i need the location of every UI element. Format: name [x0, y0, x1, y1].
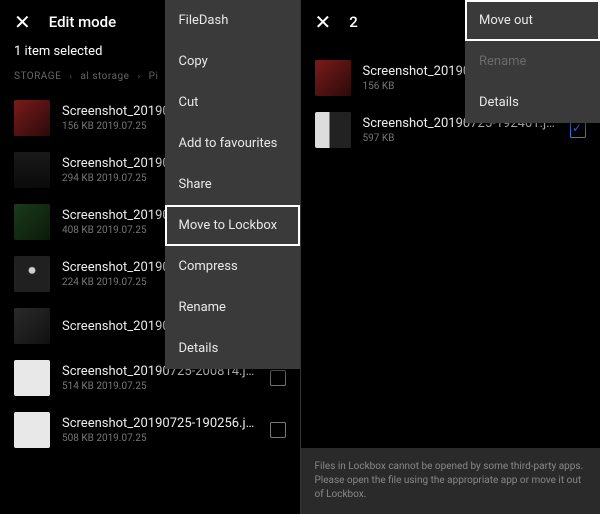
file-name: Screenshot_20190725-190256.jpg: [62, 416, 258, 431]
menu-item-rename: Rename: [465, 41, 600, 82]
menu-item-details[interactable]: Details: [165, 328, 300, 369]
menu-item-filedash[interactable]: FileDash: [165, 0, 300, 41]
right-header-title: 2: [349, 13, 358, 31]
menu-item-rename[interactable]: Rename: [165, 287, 300, 328]
file-thumbnail: [14, 412, 50, 448]
crumb-pictures[interactable]: Pi: [149, 71, 159, 82]
menu-item-details[interactable]: Details: [465, 82, 600, 123]
file-thumbnail: [315, 60, 351, 96]
menu-item-share[interactable]: Share: [165, 164, 300, 205]
right-pane: ✕ 2 Screenshot_20190 156 KB Screenshot_2…: [301, 0, 600, 514]
file-info: Screenshot_20190725-190256.jpg 508 KB 20…: [62, 416, 258, 444]
crumb-internal[interactable]: al storage: [80, 71, 129, 82]
lockbox-footer-note: Files in Lockbox cannot be opened by som…: [301, 448, 600, 514]
file-meta: 597 KB: [363, 133, 559, 144]
file-row[interactable]: Screenshot_20190725-190256.jpg 508 KB 20…: [0, 404, 300, 456]
file-checkbox[interactable]: [270, 422, 286, 438]
chevron-right-icon: ›: [137, 72, 140, 82]
file-thumbnail: [14, 100, 50, 136]
file-thumbnail: [14, 308, 50, 344]
menu-item-compress[interactable]: Compress: [165, 246, 300, 287]
left-pane: ✕ Edit mode 1 item selected STORAGE › al…: [0, 0, 301, 514]
file-checkbox[interactable]: [570, 122, 586, 138]
file-checkbox[interactable]: [270, 370, 286, 386]
file-meta: 508 KB 2019.07.25: [62, 433, 258, 444]
context-menu-left: FileDashCopyCutAdd to favouritesShareMov…: [165, 0, 300, 369]
left-header-title: Edit mode: [49, 13, 116, 31]
close-icon[interactable]: ✕: [315, 10, 332, 34]
menu-item-add-to-favourites[interactable]: Add to favourites: [165, 123, 300, 164]
menu-item-copy[interactable]: Copy: [165, 41, 300, 82]
file-thumbnail: [14, 152, 50, 188]
file-thumbnail: [14, 256, 50, 292]
chevron-right-icon: ›: [69, 72, 72, 82]
context-menu-right: Move outRenameDetails: [465, 0, 600, 123]
file-thumbnail: [14, 360, 50, 396]
file-meta: 514 KB 2019.07.25: [62, 381, 258, 392]
close-icon[interactable]: ✕: [14, 10, 31, 34]
menu-item-move-out[interactable]: Move out: [465, 0, 600, 41]
file-thumbnail: [14, 204, 50, 240]
menu-item-cut[interactable]: Cut: [165, 82, 300, 123]
crumb-storage[interactable]: STORAGE: [14, 71, 61, 82]
file-thumbnail: [315, 112, 351, 148]
menu-item-move-to-lockbox[interactable]: Move to Lockbox: [165, 205, 300, 246]
